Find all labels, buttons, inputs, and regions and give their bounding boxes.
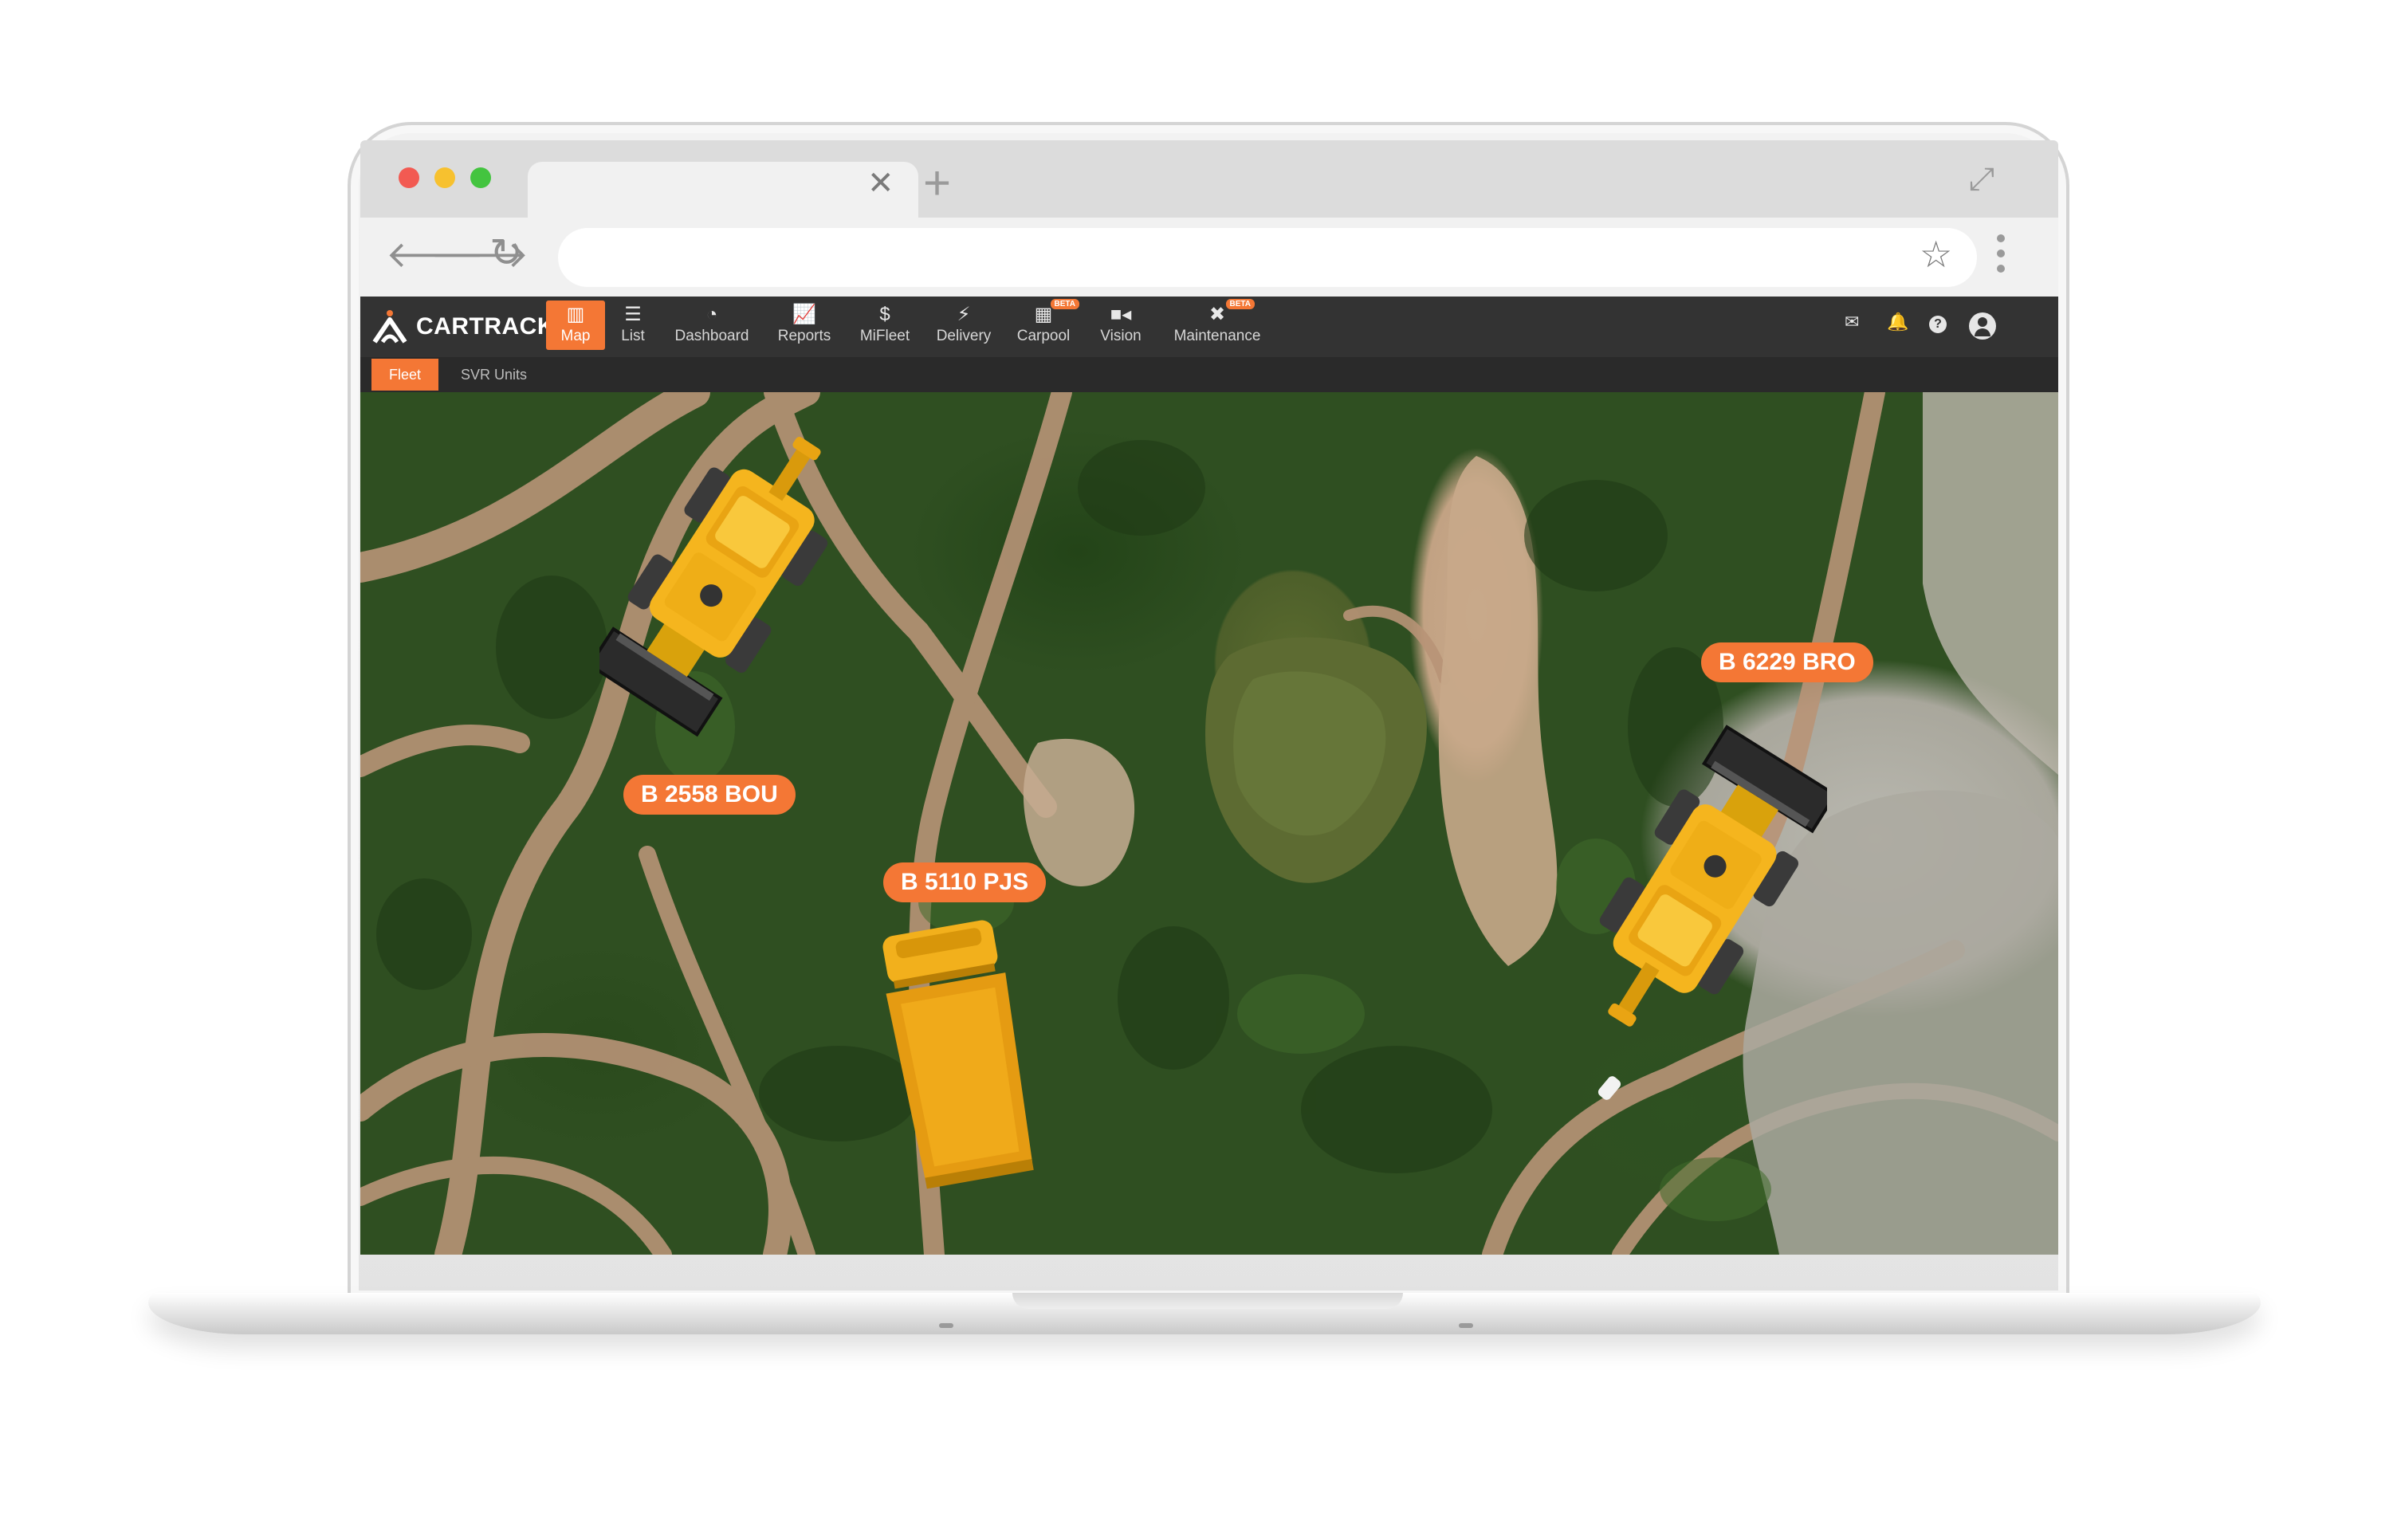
expand-icon[interactable]: ⤢ <box>1969 163 1994 195</box>
vehicle-label[interactable]: B 6229 BRO <box>1701 642 1873 682</box>
tab-label: SVR Units <box>461 366 528 383</box>
close-window-button[interactable] <box>399 167 419 188</box>
nav-maintenance[interactable]: ✖ Maintenance BETA <box>1165 299 1269 350</box>
reload-icon[interactable]: ↻ <box>489 233 523 273</box>
nav-label: Maintenance <box>1173 328 1261 344</box>
nav-list[interactable]: ☰ List <box>614 301 652 350</box>
plus-icon[interactable]: + <box>923 159 951 207</box>
tab-label: Fleet <box>389 366 422 383</box>
star-icon[interactable]: ☆ <box>1920 236 1952 273</box>
close-icon[interactable]: ✕ <box>867 167 894 199</box>
laptop-notch <box>1012 1293 1403 1309</box>
browser-tab[interactable] <box>528 162 918 218</box>
nav-carpool[interactable]: ▦ Carpool BETA <box>1012 299 1079 350</box>
mail-icon[interactable]: ✉ <box>1845 313 1859 331</box>
nav-label: Reports <box>777 328 831 344</box>
camera-icon: ■◂ <box>1110 304 1132 325</box>
vehicle-label[interactable]: B 5110 PJS <box>883 862 1047 902</box>
user-icon[interactable] <box>1969 312 1996 340</box>
nav-label: Map <box>560 328 591 344</box>
help-icon[interactable]: ? <box>1929 316 1947 333</box>
brand-name: CARTRACK <box>416 313 555 340</box>
kebab-menu-icon[interactable] <box>1997 234 2006 280</box>
nav-dashboard[interactable]: ◔ Dashboard <box>670 301 754 350</box>
map-icon: ▥ <box>566 304 585 325</box>
nav-label: Carpool <box>1016 328 1071 344</box>
nav-mifleet[interactable]: $ MiFleet <box>855 301 915 350</box>
tools-icon: ✖ <box>1208 304 1226 325</box>
chart-icon: 📈 <box>792 304 816 325</box>
nav-map[interactable]: ▥ Map <box>546 301 605 350</box>
nav-label: MiFleet <box>859 328 910 344</box>
laptop-foot <box>939 1323 953 1328</box>
wheel-loader-vehicle[interactable] <box>1588 711 1827 1046</box>
bell-icon[interactable]: 🔔 <box>1887 313 1908 331</box>
dollar-icon: $ <box>879 304 890 325</box>
cartrack-logo-icon <box>372 310 407 344</box>
sub-navbar <box>360 357 2058 392</box>
nav-vision[interactable]: ■◂ Vision <box>1094 301 1148 350</box>
beta-badge: BETA <box>1225 299 1255 309</box>
tab-fleet[interactable]: Fleet <box>371 359 439 391</box>
nav-label: Delivery <box>936 328 992 344</box>
laptop-foot <box>1459 1323 1473 1328</box>
dump-truck-vehicle[interactable] <box>878 918 1038 1189</box>
minimize-window-button[interactable] <box>434 167 455 188</box>
satellite-map[interactable]: B 2558 BOU B 5110 PJS B 6229 BRO <box>360 392 2058 1255</box>
tab-svr-units[interactable]: SVR Units <box>443 359 544 391</box>
zoom-window-button[interactable] <box>470 167 491 188</box>
beta-badge: BETA <box>1050 299 1079 309</box>
list-icon: ☰ <box>624 304 642 325</box>
nav-reports[interactable]: 📈 Reports <box>772 301 837 350</box>
wheel-loader-vehicle[interactable] <box>599 416 839 751</box>
address-bar[interactable] <box>558 228 1977 287</box>
calendar-icon: ▦ <box>1034 304 1053 325</box>
bolt-icon: ⚡ <box>957 304 971 325</box>
gauge-icon: ◔ <box>705 304 718 325</box>
nav-label: List <box>621 328 645 344</box>
brand-logo[interactable]: CARTRACK <box>371 304 555 349</box>
vehicle-label[interactable]: B 2558 BOU <box>623 775 796 815</box>
nav-delivery[interactable]: ⚡ Delivery <box>931 301 996 350</box>
nav-label: Vision <box>1100 328 1142 344</box>
nav-label: Dashboard <box>674 328 749 344</box>
